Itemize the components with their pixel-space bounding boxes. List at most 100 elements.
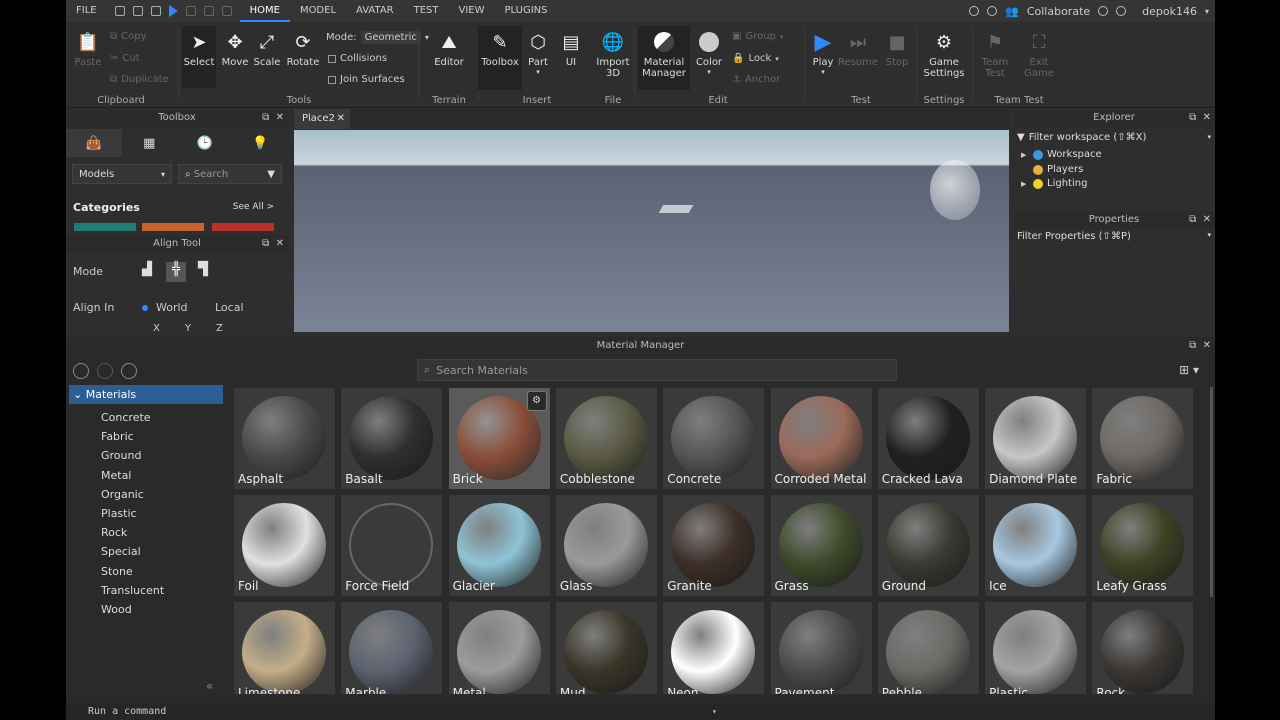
tab-home[interactable]: HOME bbox=[239, 0, 290, 22]
tree-item-players[interactable]: Players bbox=[1021, 164, 1083, 175]
tab-view[interactable]: VIEW bbox=[449, 0, 495, 22]
view-grid-icon[interactable]: ⊞ ▾ bbox=[1179, 363, 1199, 377]
material-tile[interactable]: Fabric bbox=[1092, 388, 1194, 489]
material-tile[interactable]: Corroded Metal bbox=[770, 388, 872, 489]
axis-y[interactable]: Y bbox=[185, 323, 191, 334]
chevron-down-icon[interactable]: ▾ bbox=[712, 703, 717, 720]
tree-item[interactable]: Metal bbox=[101, 469, 131, 482]
toolbox-search-input[interactable]: ⌕ Search ▼ bbox=[178, 164, 282, 184]
anchor-button[interactable]: ⚓ Anchor bbox=[732, 74, 780, 85]
align-max-icon[interactable]: ▜ bbox=[198, 262, 216, 282]
tree-item[interactable]: Wood bbox=[101, 603, 132, 616]
material-tile[interactable]: Leafy Grass bbox=[1092, 495, 1194, 596]
tree-item-workspace[interactable]: ▶ Workspace bbox=[1021, 149, 1102, 160]
material-tile[interactable]: Granite bbox=[663, 495, 765, 596]
align-min-icon[interactable]: ▟ bbox=[142, 262, 160, 282]
material-settings-icon[interactable]: ⚙ bbox=[526, 391, 547, 411]
tab-creations[interactable]: 💡 bbox=[233, 129, 289, 157]
group-button[interactable]: ▣ Group ▾ bbox=[732, 31, 783, 42]
tab-plugins[interactable]: PLUGINS bbox=[495, 0, 558, 22]
copy-button[interactable]: ⧉ Copy bbox=[110, 31, 147, 42]
category-tile[interactable] bbox=[142, 223, 204, 231]
tree-item[interactable]: Concrete bbox=[101, 411, 151, 424]
view-gizmo[interactable] bbox=[930, 160, 980, 220]
material-tile[interactable]: Metal bbox=[448, 602, 550, 694]
material-tile[interactable]: Cracked Lava bbox=[877, 388, 979, 489]
material-manager-button[interactable]: Material Manager bbox=[638, 26, 690, 90]
move-button[interactable]: ✥ Move bbox=[220, 26, 250, 69]
local-radio[interactable]: Local bbox=[215, 301, 244, 314]
toolbox-button[interactable]: ✎ Toolbox bbox=[478, 26, 522, 90]
add-material-icon[interactable] bbox=[73, 363, 89, 379]
material-tile[interactable]: Diamond Plate bbox=[985, 388, 1087, 489]
user-name[interactable]: depok146 bbox=[1142, 5, 1197, 18]
share-icon[interactable] bbox=[1116, 6, 1127, 16]
new-file-icon[interactable] bbox=[114, 6, 125, 16]
tab-marketplace[interactable]: ▦ bbox=[122, 129, 178, 157]
toolbox-category-dropdown[interactable]: Models ▾ bbox=[72, 164, 172, 184]
tree-item[interactable]: Fabric bbox=[101, 430, 134, 443]
command-bar[interactable]: Run a command ▾ bbox=[66, 703, 1215, 720]
tree-item-lighting[interactable]: ▶ Lighting bbox=[1021, 178, 1087, 189]
expand-icon[interactable]: ▶ bbox=[1021, 180, 1029, 188]
material-tile[interactable]: Mud bbox=[555, 602, 657, 694]
material-tile[interactable]: Grass bbox=[770, 495, 872, 596]
popout-icon[interactable]: ⧉ bbox=[1189, 214, 1196, 225]
part-button[interactable]: ⬡ Part ▾ bbox=[524, 26, 552, 77]
properties-filter-input[interactable]: Filter Properties (⇧⌘P) ▾ bbox=[1017, 231, 1213, 247]
material-tile[interactable]: Glacier bbox=[448, 495, 550, 596]
material-variant-icon[interactable] bbox=[97, 363, 113, 379]
world-radio[interactable]: World bbox=[142, 301, 188, 314]
material-tile[interactable]: Foil bbox=[234, 495, 335, 596]
material-tile[interactable]: Neon bbox=[663, 602, 765, 694]
popout-icon[interactable]: ⧉ bbox=[1189, 340, 1196, 351]
import-3d-button[interactable]: 🌐 Import 3D bbox=[596, 26, 630, 80]
help-icon[interactable] bbox=[1098, 6, 1109, 16]
tab-recent[interactable]: 🕒 bbox=[177, 129, 233, 157]
color-button[interactable]: Color ▾ bbox=[694, 26, 724, 76]
tree-root-materials[interactable]: ⌄ Materials bbox=[69, 385, 223, 404]
tab-model[interactable]: MODEL bbox=[290, 0, 346, 22]
material-tile[interactable]: Pavement bbox=[770, 602, 872, 694]
see-all-link[interactable]: See All > bbox=[233, 202, 274, 212]
rotate-button[interactable]: ⟳ Rotate bbox=[286, 26, 320, 69]
game-settings-button[interactable]: ⚙ Game Settings bbox=[922, 26, 966, 80]
more-icon[interactable] bbox=[221, 6, 232, 16]
undo-icon[interactable] bbox=[203, 6, 214, 16]
material-tile[interactable]: Limestone bbox=[234, 602, 335, 694]
collapse-icon[interactable]: « bbox=[206, 679, 213, 693]
lock-button[interactable]: 🔒 Lock ▾ bbox=[732, 53, 779, 64]
tree-item[interactable]: Stone bbox=[101, 565, 133, 578]
cut-button[interactable]: ✂ Cut bbox=[110, 53, 140, 64]
tab-inventory[interactable]: 👜 bbox=[66, 129, 122, 157]
close-icon[interactable]: ✕ bbox=[1203, 340, 1211, 351]
exit-game-button[interactable]: ⛶ Exit Game bbox=[1024, 26, 1054, 80]
upload-icon[interactable] bbox=[969, 6, 980, 16]
material-tile[interactable]: Ice bbox=[985, 495, 1087, 596]
bell-icon[interactable] bbox=[987, 6, 998, 16]
ui-button[interactable]: ▤ UI bbox=[556, 26, 586, 69]
material-tile[interactable]: Marble bbox=[341, 602, 443, 694]
duplicate-button[interactable]: ⧉ Duplicate bbox=[110, 74, 169, 85]
resume-button[interactable]: ⏭ Resume bbox=[838, 26, 878, 69]
file-menu[interactable]: FILE bbox=[66, 0, 107, 22]
material-tile[interactable]: Concrete bbox=[663, 388, 765, 489]
tab-avatar[interactable]: AVATAR bbox=[346, 0, 404, 22]
material-tile[interactable]: Cobblestone bbox=[555, 388, 657, 489]
category-tile[interactable] bbox=[74, 223, 136, 231]
tree-item[interactable]: Special bbox=[101, 545, 141, 558]
paint-bucket-icon[interactable] bbox=[121, 363, 137, 379]
play-button[interactable]: ▶ Play ▾ bbox=[808, 26, 838, 77]
axis-z[interactable]: Z bbox=[216, 323, 223, 334]
select-button[interactable]: ➤ Select bbox=[182, 26, 216, 88]
axis-x[interactable]: X bbox=[153, 323, 160, 334]
close-icon[interactable]: ✕ bbox=[276, 112, 284, 123]
filter-icon[interactable]: ▼ bbox=[267, 169, 275, 180]
popout-icon[interactable]: ⧉ bbox=[1189, 112, 1196, 123]
tree-item[interactable]: Plastic bbox=[101, 507, 137, 520]
open-icon[interactable] bbox=[132, 6, 143, 16]
tree-item[interactable]: Rock bbox=[101, 526, 127, 539]
stop-icon[interactable] bbox=[185, 6, 196, 16]
paste-button[interactable]: 📋 Paste bbox=[74, 26, 102, 69]
material-tile[interactable]: Asphalt bbox=[234, 388, 335, 489]
